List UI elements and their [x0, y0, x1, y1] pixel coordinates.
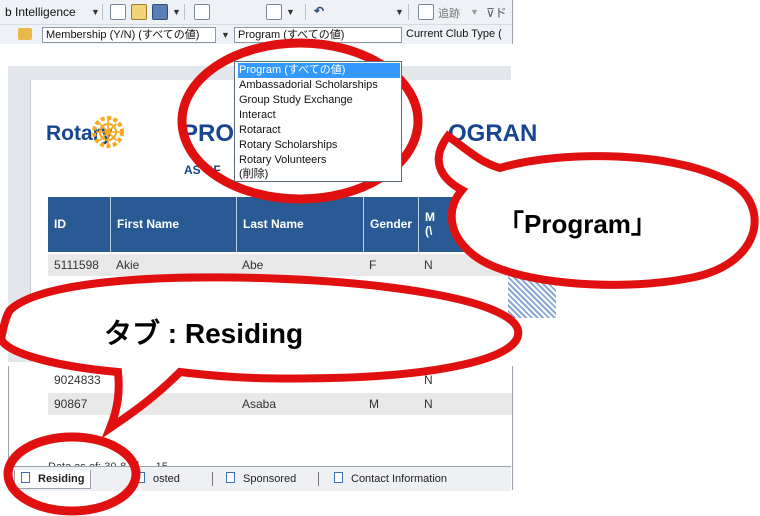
residing-callout-text: タブ : Residing — [104, 318, 304, 349]
dropdown-option[interactable]: Interact — [238, 108, 400, 123]
program-dropdown-list[interactable]: Program (すべての値) Ambassadorial Scholarshi… — [234, 61, 402, 182]
dropdown-option[interactable]: Ambassadorial Scholarships — [238, 78, 400, 93]
dropdown-option[interactable]: (削除) — [238, 167, 400, 182]
dropdown-option[interactable]: Rotaract — [238, 123, 400, 138]
dropdown-option[interactable]: Rotary Scholarships — [238, 138, 400, 153]
program-callout-text: 「Program」 — [498, 209, 657, 239]
dropdown-option[interactable]: Program (すべての値) — [238, 63, 400, 78]
dropdown-option[interactable]: Group Study Exchange — [238, 93, 400, 108]
dropdown-option[interactable]: Rotary Volunteers — [238, 153, 400, 168]
residing-callout-bubble — [0, 273, 523, 439]
residing-highlight-ring — [3, 432, 141, 516]
